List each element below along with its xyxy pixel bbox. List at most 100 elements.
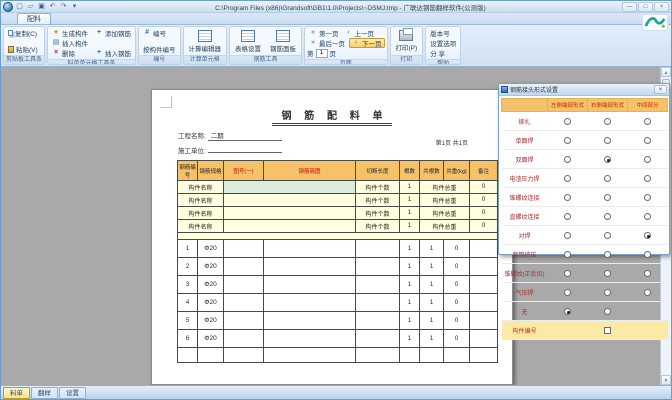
- radio-button[interactable]: [604, 118, 611, 125]
- qat-dropdown-icon[interactable]: ▾: [70, 2, 79, 11]
- radio-button[interactable]: [604, 194, 611, 201]
- total-quantity-cell[interactable]: 1: [420, 258, 444, 276]
- drawing-number-cell[interactable]: [224, 258, 264, 276]
- total-quantity-cell[interactable]: 1: [420, 330, 444, 348]
- note-cell[interactable]: [470, 312, 498, 330]
- quantity-cell[interactable]: 1: [400, 258, 420, 276]
- rebar-spec-cell[interactable]: Φ20: [198, 258, 224, 276]
- open-file-icon[interactable]: ▱: [26, 2, 35, 11]
- component-weight-label[interactable]: 构件总重: [420, 207, 470, 220]
- rebar-sketch-cell[interactable]: [264, 258, 356, 276]
- first-page-button[interactable]: « 第一页: [307, 28, 341, 38]
- scroll-down-icon[interactable]: ▼: [661, 375, 671, 385]
- radio-button[interactable]: [644, 213, 651, 220]
- radio-button[interactable]: [644, 118, 651, 125]
- cut-length-cell[interactable]: [356, 312, 400, 330]
- radio-button[interactable]: [644, 289, 651, 296]
- minimize-button[interactable]: —: [622, 2, 637, 12]
- note-cell[interactable]: [470, 276, 498, 294]
- paste-button[interactable]: 粘贴(V): [6, 44, 40, 54]
- undo-icon[interactable]: ↶: [48, 2, 57, 11]
- radio-button[interactable]: [604, 232, 611, 239]
- new-document-icon[interactable]: ▢: [15, 2, 24, 11]
- component-count-label[interactable]: 构件个数: [356, 220, 400, 233]
- row-number-cell[interactable]: 2: [178, 258, 198, 276]
- number-by-component-button[interactable]: 按构件编号: [141, 44, 178, 54]
- rebar-spec-cell[interactable]: Φ20: [198, 294, 224, 312]
- dialog-titlebar[interactable]: 钢筋接头形式设置 ×: [499, 84, 669, 96]
- cut-length-cell[interactable]: [356, 276, 400, 294]
- component-weight-value[interactable]: 0: [470, 220, 498, 233]
- project-name-value[interactable]: 二期: [208, 130, 282, 141]
- quantity-cell[interactable]: 1: [400, 312, 420, 330]
- radio-button[interactable]: [604, 156, 611, 163]
- radio-button[interactable]: [564, 232, 571, 239]
- empty-cell[interactable]: [420, 348, 444, 363]
- radio-button[interactable]: [564, 194, 571, 201]
- radio-button[interactable]: [604, 270, 611, 277]
- radio-button[interactable]: [564, 308, 571, 315]
- component-weight-label[interactable]: 构件总重: [420, 220, 470, 233]
- view-tab-2[interactable]: 翻样: [31, 387, 58, 399]
- note-cell[interactable]: [470, 294, 498, 312]
- rebar-spec-cell[interactable]: Φ20: [198, 240, 224, 258]
- rebar-spec-cell[interactable]: Φ20: [198, 330, 224, 348]
- construction-unit-value[interactable]: [208, 152, 282, 153]
- empty-cell[interactable]: [444, 348, 470, 363]
- radio-button[interactable]: [564, 213, 571, 220]
- component-name-cell[interactable]: 构件名称: [178, 207, 224, 220]
- rebar-sketch-cell[interactable]: [264, 240, 356, 258]
- maximize-button[interactable]: □: [638, 2, 653, 12]
- radio-button[interactable]: [644, 156, 651, 163]
- delete-button[interactable]: × 删除: [50, 48, 90, 58]
- empty-cell[interactable]: [356, 348, 400, 363]
- radio-button[interactable]: [564, 118, 571, 125]
- insert-rebar-button[interactable]: + 插入钢筋: [93, 48, 133, 58]
- generate-component-button[interactable]: ★ 生成构件: [50, 28, 90, 38]
- drawing-number-cell[interactable]: [224, 276, 264, 294]
- view-tab-3[interactable]: 设置: [59, 387, 86, 399]
- empty-cell[interactable]: [264, 348, 356, 363]
- quantity-cell[interactable]: 1: [400, 294, 420, 312]
- radio-button[interactable]: [644, 194, 651, 201]
- empty-cell[interactable]: [178, 348, 198, 363]
- total-weight-cell[interactable]: 0: [444, 276, 470, 294]
- row-number-cell[interactable]: 3: [178, 276, 198, 294]
- insert-component-button[interactable]: ▤ 插入构件: [50, 38, 90, 48]
- component-count-value[interactable]: 1: [400, 181, 420, 194]
- total-weight-cell[interactable]: 0: [444, 240, 470, 258]
- redo-icon[interactable]: ↷: [59, 2, 68, 11]
- number-button[interactable]: # 编号: [141, 28, 178, 38]
- version-button[interactable]: 版本号: [428, 28, 458, 38]
- view-tab-1[interactable]: 料单: [3, 387, 30, 399]
- total-weight-cell[interactable]: 0: [444, 294, 470, 312]
- dialog-close-button[interactable]: ×: [654, 85, 667, 94]
- close-button[interactable]: ×: [654, 2, 669, 12]
- radio-button[interactable]: [604, 289, 611, 296]
- table-settings-button[interactable]: 表格设置: [232, 28, 264, 54]
- total-weight-cell[interactable]: 0: [444, 330, 470, 348]
- rebar-spec-cell[interactable]: Φ20: [198, 276, 224, 294]
- component-sketch-cell[interactable]: [224, 207, 356, 220]
- cut-length-cell[interactable]: [356, 330, 400, 348]
- empty-cell[interactable]: [400, 348, 420, 363]
- component-count-label[interactable]: 构件个数: [356, 194, 400, 207]
- settings-options-button[interactable]: 设置选项: [428, 38, 458, 48]
- component-sketch-cell[interactable]: [224, 220, 356, 233]
- total-quantity-cell[interactable]: 1: [420, 276, 444, 294]
- share-button[interactable]: 分 享: [428, 48, 458, 58]
- page-number-input[interactable]: [316, 49, 328, 58]
- quantity-cell[interactable]: 1: [400, 240, 420, 258]
- row-number-cell[interactable]: 6: [178, 330, 198, 348]
- component-count-value[interactable]: 1: [400, 194, 420, 207]
- app-menu-button[interactable]: [3, 2, 13, 12]
- component-weight-value[interactable]: 0: [470, 207, 498, 220]
- empty-cell[interactable]: [198, 348, 224, 363]
- radio-button[interactable]: [564, 289, 571, 296]
- row-number-cell[interactable]: 4: [178, 294, 198, 312]
- add-rebar-button[interactable]: + 添加钢筋: [93, 28, 133, 38]
- rebar-sketch-cell[interactable]: [264, 294, 356, 312]
- component-sketch-cell[interactable]: [224, 194, 356, 207]
- drawing-number-cell[interactable]: [224, 312, 264, 330]
- total-weight-cell[interactable]: 0: [444, 258, 470, 276]
